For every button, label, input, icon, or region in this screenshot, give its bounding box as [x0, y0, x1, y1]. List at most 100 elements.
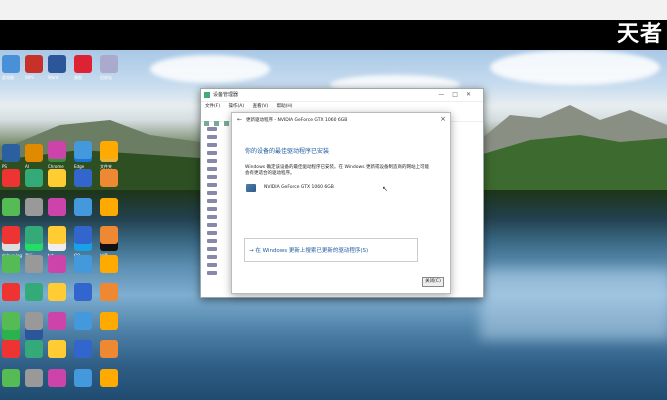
desktop-icon[interactable]: [48, 169, 66, 187]
desktop-icon[interactable]: [100, 283, 118, 301]
update-driver-dialog: ← 更新驱动程序 - NVIDIA GeForce GTX 1060 6GB ×…: [231, 112, 451, 294]
desktop-icon[interactable]: [74, 226, 92, 244]
desktop-icon[interactable]: [100, 340, 118, 358]
dialog-heading: 你的设备的最佳驱动程序已安装: [245, 148, 330, 155]
paper-edge: [0, 0, 667, 20]
desktop-icon[interactable]: [2, 169, 20, 187]
desktop-icon[interactable]: [2, 311, 20, 330]
tree-node[interactable]: [207, 215, 217, 219]
tree-node[interactable]: [207, 191, 217, 195]
close-icon[interactable]: ×: [440, 115, 446, 123]
tree-node[interactable]: [207, 159, 217, 163]
desktop-icon[interactable]: [25, 283, 43, 301]
desktop-icon-label: 美图: [74, 75, 82, 80]
minimize-icon[interactable]: —: [438, 91, 452, 98]
tree-node[interactable]: [207, 255, 217, 259]
desktop-icon[interactable]: [48, 55, 66, 73]
brand-logo: 天者: [616, 22, 663, 47]
desktop-icon[interactable]: [74, 197, 92, 216]
tree-node[interactable]: [207, 263, 217, 267]
desktop-icon[interactable]: [100, 254, 118, 273]
tree-node[interactable]: [207, 223, 217, 227]
menu-action[interactable]: 操作(A): [229, 104, 245, 109]
tree-node[interactable]: [207, 247, 217, 251]
water-reflection: [480, 270, 667, 340]
tree-node[interactable]: [207, 183, 217, 187]
tree-node[interactable]: [207, 199, 217, 203]
tree-node[interactable]: [207, 151, 217, 155]
desktop-icon[interactable]: [2, 144, 20, 163]
back-arrow-icon[interactable]: ←: [237, 116, 242, 123]
tree-node[interactable]: [207, 127, 217, 131]
desktop-icon[interactable]: [48, 340, 66, 358]
desktop-icon[interactable]: [100, 226, 118, 244]
desktop-icon[interactable]: [100, 368, 118, 387]
desktop-icon[interactable]: [25, 254, 43, 273]
window-controls[interactable]: —□✕: [438, 89, 479, 101]
desktop-icon[interactable]: [48, 140, 66, 159]
desktop-icon[interactable]: [2, 55, 20, 73]
desktop-icon[interactable]: [100, 311, 118, 330]
tree-node[interactable]: [207, 135, 217, 139]
desktop-icon[interactable]: [25, 197, 43, 216]
desktop-icon-label: 回收站: [100, 75, 112, 80]
tree-node[interactable]: [207, 231, 217, 235]
menu-help[interactable]: 帮助(H): [277, 104, 293, 109]
desktop-icon[interactable]: [2, 197, 20, 216]
device-manager-title: 设备管理器: [213, 92, 239, 98]
menu-file[interactable]: 文件(F): [205, 104, 220, 109]
desktop-icon[interactable]: [74, 55, 92, 73]
desktop-icon[interactable]: [25, 311, 43, 330]
desktop-icon-label: Word: [48, 75, 59, 80]
video-top-band: [0, 20, 667, 50]
close-icon[interactable]: ✕: [466, 91, 479, 98]
desktop-icon[interactable]: [2, 254, 20, 273]
desktop-icon[interactable]: [74, 311, 92, 330]
tree-node[interactable]: [207, 271, 217, 275]
desktop-icon[interactable]: [74, 140, 92, 159]
device-manager-icon: [204, 92, 210, 98]
desktop-icon[interactable]: [2, 368, 20, 387]
desktop-icon[interactable]: [25, 226, 43, 244]
desktop-icon[interactable]: [48, 368, 66, 387]
cloud: [150, 55, 270, 83]
tree-node[interactable]: [207, 167, 217, 171]
desktop-icon-label: 此电脑: [2, 75, 14, 80]
dialog-title: 更新驱动程序 - NVIDIA GeForce GTX 1060 6GB: [246, 118, 348, 123]
tree-node[interactable]: [207, 239, 217, 243]
desktop-icon[interactable]: [25, 169, 43, 187]
desktop-icon[interactable]: [74, 254, 92, 273]
desktop-icon[interactable]: [48, 254, 66, 273]
mouse-cursor-icon: ↖: [382, 185, 388, 193]
desktop-icon[interactable]: [100, 55, 118, 73]
desktop-icon[interactable]: [25, 368, 43, 387]
desktop-icon-label: WPS: [25, 75, 34, 80]
desktop-icon[interactable]: [48, 311, 66, 330]
tree-node[interactable]: [207, 175, 217, 179]
desktop-icon[interactable]: [48, 283, 66, 301]
close-button[interactable]: 关闭(C): [422, 277, 444, 287]
menu-bar: 文件(F) 操作(A) 查看(V) 帮助(H): [201, 102, 483, 111]
desktop-icon[interactable]: [48, 197, 66, 216]
menu-view[interactable]: 查看(V): [253, 104, 269, 109]
maximize-icon[interactable]: □: [452, 91, 466, 98]
desktop-icon[interactable]: [74, 169, 92, 187]
desktop-icon[interactable]: [74, 283, 92, 301]
tree-node[interactable]: [207, 143, 217, 147]
desktop-icon[interactable]: [2, 340, 20, 358]
desktop-icon[interactable]: [25, 340, 43, 358]
desktop-icon[interactable]: [100, 169, 118, 187]
desktop-icon[interactable]: [100, 197, 118, 216]
desktop-icon[interactable]: [2, 283, 20, 301]
desktop-icon[interactable]: [25, 55, 43, 73]
desktop-icon[interactable]: [100, 140, 118, 159]
search-windows-update-option[interactable]: → 在 Windows 更新上搜索已更新的驱动程序(S): [244, 238, 418, 262]
desktop-icon[interactable]: [2, 226, 20, 244]
desktop-icon[interactable]: [74, 368, 92, 387]
tree-node[interactable]: [207, 207, 217, 211]
desktop-icon[interactable]: [25, 144, 43, 163]
device-tree[interactable]: [207, 123, 227, 279]
device-manager-titlebar[interactable]: 设备管理器 —□✕: [201, 89, 483, 102]
desktop-icon[interactable]: [48, 226, 66, 244]
desktop-icon[interactable]: [74, 340, 92, 358]
